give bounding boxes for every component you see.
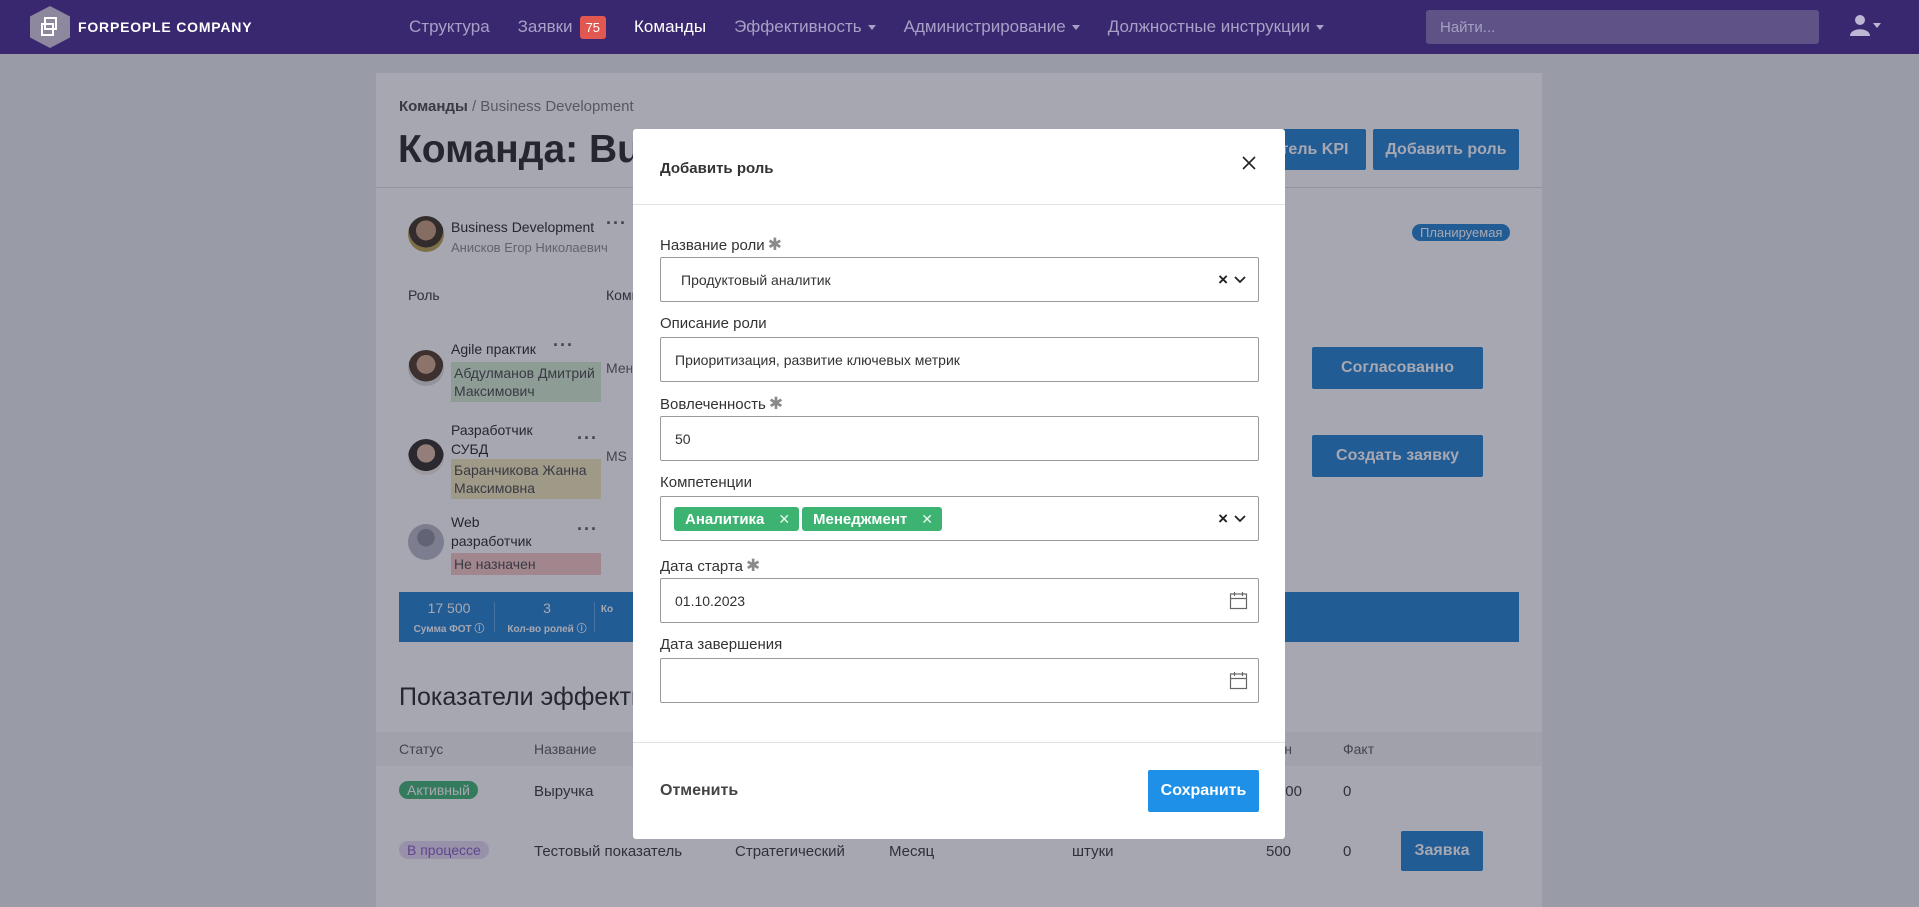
nav-efficiency-label: Эффективность [734, 17, 862, 36]
save-button[interactable]: Сохранить [1148, 770, 1259, 812]
top-navbar: FORPEOPLE COMPANY Структура Заявки 75 Ком… [0, 0, 1919, 54]
calendar-icon[interactable] [1229, 591, 1248, 610]
required-icon: ✱ [745, 556, 761, 575]
start-date-label: Дата старта ✱ [660, 556, 760, 576]
modal-header: Добавить роль [633, 129, 1285, 205]
main-nav: Структура Заявки 75 Команды Эффективность… [409, 0, 1352, 54]
add-role-modal: Добавить роль Название роли ✱ Продуктовый… [633, 129, 1285, 839]
select-controls: × [1218, 271, 1246, 288]
nav-administration[interactable]: Администрирование [904, 17, 1080, 37]
nav-structure-label: Структура [409, 17, 490, 36]
user-menu[interactable] [1850, 14, 1881, 36]
description-input[interactable]: Приоритизация, развитие ключевых метрик [660, 337, 1259, 382]
user-icon [1850, 15, 1870, 36]
competency-chip-label: Аналитика [685, 510, 765, 528]
competencies-label: Компетенции [660, 474, 752, 491]
nav-teams-label: Команды [634, 17, 707, 36]
end-date-label: Дата завершения [660, 636, 782, 653]
required-icon: ✱ [768, 394, 784, 413]
search-input[interactable] [1426, 10, 1819, 44]
nav-requests[interactable]: Заявки 75 [517, 15, 607, 39]
modal-title: Добавить роль [660, 160, 774, 177]
clear-icon[interactable]: × [1218, 510, 1228, 527]
competencies-multiselect[interactable]: Аналитика ✕ Менеджмент ✕ × [660, 496, 1259, 541]
close-icon[interactable] [1239, 153, 1259, 173]
modal-footer-divider [633, 742, 1285, 743]
involvement-value: 50 [675, 431, 691, 447]
chevron-down-icon [1071, 24, 1080, 30]
chevron-down-icon [1315, 24, 1324, 30]
description-value: Приоритизация, развитие ключевых метрик [675, 352, 960, 368]
required-icon: ✱ [767, 235, 782, 254]
start-date-input[interactable]: 01.10.2023 [660, 578, 1259, 623]
involvement-label-text: Вовлеченность [660, 396, 766, 413]
end-date-label-text: Дата завершения [660, 636, 783, 653]
nav-administration-label: Администрирование [903, 17, 1066, 36]
role-name-value: Продуктовый аналитик [681, 272, 831, 288]
description-label: Описание роли [660, 315, 767, 332]
brand-name: FORPEOPLE COMPANY [78, 19, 253, 35]
brand-logo[interactable]: FORPEOPLE COMPANY [30, 6, 252, 48]
cancel-button[interactable]: Отменить [660, 782, 738, 800]
chevron-down-icon [1873, 22, 1881, 28]
calendar-icon[interactable] [1229, 671, 1248, 690]
nav-structure[interactable]: Структура [409, 17, 490, 37]
start-date-value: 01.10.2023 [675, 593, 746, 609]
nav-teams[interactable]: Команды [634, 17, 706, 37]
involvement-label: Вовлеченность ✱ [660, 394, 783, 414]
competency-chip-label: Менеджмент [813, 510, 908, 528]
chevron-down-icon[interactable] [1234, 276, 1246, 284]
chip-remove-icon[interactable]: ✕ [778, 511, 790, 528]
end-date-input[interactable] [660, 658, 1259, 703]
nav-job-descriptions[interactable]: Должностные инструкции [1108, 17, 1324, 37]
role-name-label-text: Название роли [660, 237, 765, 254]
competencies-label-text: Компетенции [660, 474, 753, 491]
competency-chip: Аналитика ✕ [674, 507, 800, 531]
nav-efficiency[interactable]: Эффективность [734, 17, 876, 37]
nav-requests-label: Заявки [517, 17, 573, 36]
role-name-label: Название роли ✱ [660, 235, 782, 255]
select-controls: × [1218, 510, 1246, 527]
competency-chip: Менеджмент ✕ [802, 507, 942, 531]
involvement-input[interactable]: 50 [660, 416, 1259, 461]
role-name-select[interactable]: Продуктовый аналитик × [660, 257, 1259, 302]
nav-job-descriptions-label: Должностные инструкции [1107, 17, 1310, 36]
start-date-label-text: Дата старта [660, 558, 743, 575]
description-label-text: Описание роли [660, 315, 767, 332]
requests-count-badge: 75 [579, 15, 607, 39]
logo-icon [30, 6, 70, 48]
clear-icon[interactable]: × [1218, 271, 1228, 288]
chevron-down-icon[interactable] [1234, 515, 1246, 523]
chip-remove-icon[interactable]: ✕ [921, 511, 933, 528]
chevron-down-icon [867, 24, 876, 30]
